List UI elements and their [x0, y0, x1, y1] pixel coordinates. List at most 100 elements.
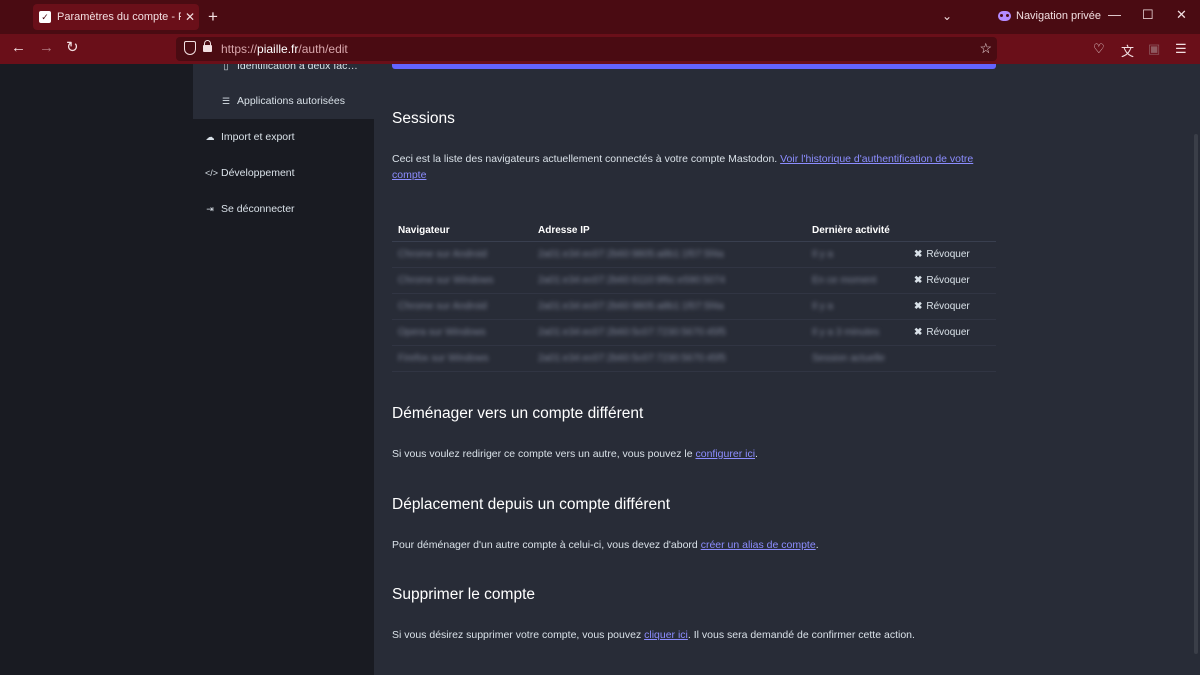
- session-last-activity: Il y a: [812, 301, 834, 312]
- site-favicon-icon: ✓: [39, 11, 51, 23]
- close-tab-icon[interactable]: ✕: [185, 10, 195, 24]
- revoke-session-button[interactable]: ✖ Révoquer: [914, 275, 970, 286]
- table-cell: Il y a: [806, 241, 908, 268]
- create-alias-link[interactable]: créer un alias de compte: [701, 539, 816, 551]
- revoke-label: Révoquer: [926, 275, 970, 286]
- sign-out-icon: ⇥: [206, 203, 214, 214]
- sessions-heading: Sessions: [392, 110, 455, 127]
- table-row: Chrome sur Windows 2a01:e34:ec07:2b60:611…: [392, 267, 996, 294]
- table-cell: 2a01:e34:ec07:2b60:9805:a8b1:1f07:5f4a: [532, 293, 806, 320]
- revoke-label: Révoquer: [926, 327, 970, 338]
- session-browser: Chrome sur Windows: [398, 275, 494, 286]
- session-last-activity: Il y a 3 minutes: [812, 327, 880, 338]
- session-ip: 2a01:e34:ec07:2b60:5c07:7230:5670:45f5: [538, 327, 726, 338]
- table-cell: Firefox sur Windows: [392, 345, 532, 372]
- column-header-last-activity: Dernière activité: [806, 219, 908, 242]
- bookmark-star-icon[interactable]: ☆: [979, 40, 992, 57]
- column-header-browser: Navigateur: [392, 219, 532, 242]
- mobile-icon: ▯: [223, 64, 229, 71]
- table-cell: Opera sur Windows: [392, 319, 532, 346]
- forward-button[interactable]: →: [39, 40, 54, 56]
- times-icon: ✖: [914, 301, 923, 312]
- sidebar-item-authorized-apps[interactable]: ☰ Applications autorisées: [221, 95, 345, 107]
- revoke-label: Révoquer: [926, 249, 970, 260]
- move-to-heading: Déménager vers un compte différent: [392, 405, 644, 422]
- sidebar-item-label: Développement: [221, 167, 295, 179]
- delete-account-heading: Supprimer le compte: [392, 586, 536, 603]
- extensions-icon[interactable]: ▣: [1148, 41, 1160, 57]
- session-last-activity: Session actuelle: [812, 353, 885, 364]
- revoke-session-button[interactable]: ✖ Révoquer: [914, 327, 970, 338]
- back-button[interactable]: ←: [11, 40, 26, 56]
- session-browser: Opera sur Windows: [398, 327, 486, 338]
- browser-navbar: ← → ↻ https://piaille.fr/auth/edit ☆ ♡ 文…: [0, 34, 1200, 64]
- configure-redirect-link[interactable]: configurer ici: [696, 448, 756, 460]
- session-ip: 2a01:e34:ec07:2b60:6110:9f6c:e590:5074: [538, 275, 726, 286]
- session-last-activity: En ce moment: [812, 275, 877, 286]
- delete-account-link[interactable]: cliquer ici: [644, 629, 688, 641]
- submit-button-edge[interactable]: [392, 64, 996, 69]
- table-cell: Chrome sur Android: [392, 293, 532, 320]
- settings-sidebar: ▯ Identification à deux fac… ☰ Applicati…: [193, 64, 374, 675]
- pocket-icon[interactable]: ♡: [1093, 41, 1105, 57]
- delete-account-text: Si vous désirez supprimer votre compte, …: [392, 629, 915, 641]
- session-browser: Chrome sur Android: [398, 301, 487, 312]
- table-cell: Session actuelle: [806, 345, 908, 372]
- move-from-heading: Déplacement depuis un compte différent: [392, 496, 671, 513]
- url-text[interactable]: https://piaille.fr/auth/edit: [221, 42, 348, 56]
- minimize-button[interactable]: —: [1108, 7, 1121, 22]
- list-all-tabs-chevron-icon[interactable]: ⌄: [942, 9, 952, 23]
- lock-icon[interactable]: [203, 40, 212, 52]
- table-row: Opera sur Windows 2a01:e34:ec07:2b60:5c07…: [392, 319, 996, 346]
- new-tab-button[interactable]: +: [208, 8, 218, 25]
- session-ip: 2a01:e34:ec07:2b60:9805:a8b1:1f07:5f4a: [538, 249, 724, 260]
- table-cell: En ce moment: [806, 267, 908, 294]
- table-cell: 2a01:e34:ec07:2b60:9805:a8b1:1f07:5f4a: [532, 241, 806, 268]
- sessions-table: Navigateur Adresse IP Dernière activité …: [392, 219, 996, 372]
- sidebar-item-two-factor[interactable]: ▯ Identification à deux fac…: [221, 64, 358, 72]
- revoke-session-button[interactable]: ✖ Révoquer: [914, 301, 970, 312]
- tracking-protection-shield-icon[interactable]: [184, 41, 196, 55]
- cloud-icon: ☁: [205, 131, 215, 142]
- revoke-session-button[interactable]: ✖ Révoquer: [914, 249, 970, 260]
- reload-button[interactable]: ↻: [66, 40, 79, 56]
- security-submenu: [193, 64, 374, 119]
- close-window-button[interactable]: ✕: [1176, 7, 1187, 23]
- url-bar[interactable]: https://piaille.fr/auth/edit ☆: [176, 37, 997, 61]
- sidebar-item-import-export[interactable]: ☁ Import et export: [205, 131, 295, 143]
- table-cell: Il y a 3 minutes: [806, 319, 908, 346]
- sidebar-item-label: Import et export: [221, 131, 295, 143]
- tab-title: Paramètres du compte - Piaille: [57, 11, 181, 23]
- table-row: Chrome sur Android 2a01:e34:ec07:2b60:980…: [392, 241, 996, 268]
- table-cell: ✖ Révoquer: [908, 267, 996, 294]
- session-ip: 2a01:e34:ec07:2b60:5c07:7230:5670:45f5: [538, 353, 726, 364]
- session-browser: Firefox sur Windows: [398, 353, 489, 364]
- table-cell: Chrome sur Windows: [392, 267, 532, 294]
- column-header-ip: Adresse IP: [532, 219, 806, 242]
- private-browsing-label: Navigation privée: [1016, 10, 1101, 22]
- times-icon: ✖: [914, 249, 923, 260]
- browser-tab[interactable]: ✓ Paramètres du compte - Piaille ✕: [33, 4, 199, 30]
- table-cell: 2a01:e34:ec07:2b60:6110:9f6c:e590:5074: [532, 267, 806, 294]
- session-last-activity: Il y a: [812, 249, 834, 260]
- sidebar-item-logout[interactable]: ⇥ Se déconnecter: [205, 203, 295, 215]
- times-icon: ✖: [914, 275, 923, 286]
- table-row: Firefox sur Windows 2a01:e34:ec07:2b60:5c…: [392, 345, 996, 372]
- sidebar-item-label: Se déconnecter: [221, 203, 295, 215]
- translate-icon[interactable]: 文: [1121, 41, 1134, 60]
- menu-hamburger-icon[interactable]: ☰: [1175, 41, 1187, 57]
- private-browsing-indicator: Navigation privée: [998, 10, 1101, 22]
- sidebar-item-label: Identification à deux fac…: [237, 64, 358, 72]
- sidebar-item-development[interactable]: </> Développement: [205, 167, 295, 179]
- table-cell: [908, 345, 996, 372]
- page-scrollbar[interactable]: [1194, 134, 1198, 654]
- table-cell: Chrome sur Android: [392, 241, 532, 268]
- table-cell: ✖ Révoquer: [908, 319, 996, 346]
- code-icon: </>: [205, 168, 219, 178]
- main-content: Sessions Ceci est la liste des navigateu…: [374, 64, 1200, 675]
- page: ▯ Identification à deux fac… ☰ Applicati…: [0, 64, 1200, 675]
- table-cell: Il y a: [806, 293, 908, 320]
- times-icon: ✖: [914, 327, 923, 338]
- move-to-text: Si vous voulez rediriger ce compte vers …: [392, 448, 758, 460]
- maximize-button[interactable]: ☐: [1142, 7, 1154, 23]
